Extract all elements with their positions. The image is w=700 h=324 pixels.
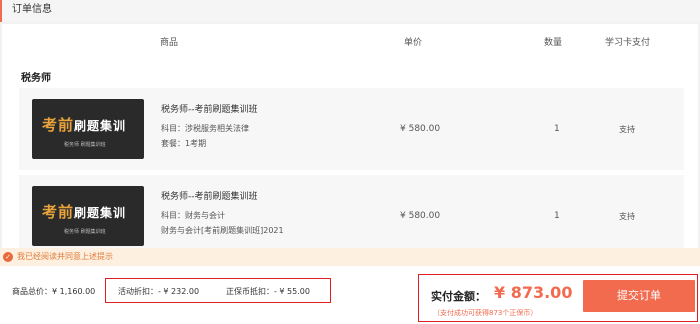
table-header: 商品 单价 数量 学习卡支付 (2, 24, 698, 56)
thumb-title-rest: 刷题集训 (74, 206, 127, 220)
order-footer: 商品总价：¥ 1,160.00 活动折扣：- ¥ 232.00 正保币抵扣：- … (0, 266, 700, 324)
course-thumbnail[interactable]: 考前刷题集训 税务师 刷题集训班 (32, 186, 144, 246)
card-support: 支持 (619, 212, 635, 221)
header-qty: 数量 (544, 38, 563, 48)
pay-note: （支付成功可获得873个正保币） (433, 309, 538, 317)
thumb-title: 考前 (42, 116, 75, 134)
product-qty: 1 (554, 211, 560, 221)
header-product: 商品 (160, 38, 179, 48)
header-card: 学习卡支付 (605, 38, 651, 48)
course-thumbnail[interactable]: 考前刷题集训 税务师 刷题集训班 (32, 99, 144, 159)
agreement-text: 我已经阅读并同意上述提示 (17, 252, 113, 261)
thumb-title: 考前 (42, 203, 75, 221)
header-price: 单价 (404, 38, 423, 48)
card-support: 支持 (619, 125, 635, 134)
thumb-subtitle: 税务师 刷题集训班 (64, 142, 106, 148)
table-row: 考前刷题集训 税务师 刷题集训班 税务师--考前刷题集训班 科目：涉税服务相关法… (19, 88, 684, 170)
pay-amount: ¥ 873.00 (494, 283, 573, 302)
product-price: ¥ 580.00 (400, 124, 441, 134)
submit-order-button[interactable]: 提交订单 (583, 280, 695, 312)
thumb-subtitle: 税务师 刷题集训班 (64, 229, 106, 235)
order-page: 订单信息 商品 单价 数量 学习卡支付 税务师 考前刷题集训 税务师 刷题集训班… (0, 0, 700, 324)
product-name[interactable]: 税务师--考前刷题集训班 (161, 189, 258, 202)
thumb-title-rest: 刷题集训 (74, 119, 127, 133)
discount-box: 活动折扣：- ¥ 232.00 正保币抵扣：- ¥ 55.00 (105, 278, 331, 303)
activity-discount: 活动折扣：- ¥ 232.00 (118, 287, 200, 296)
product-name[interactable]: 税务师--考前刷题集训班 (161, 102, 258, 115)
coin-discount: 正保币抵扣：- ¥ 55.00 (226, 287, 310, 296)
product-subject: 科目：涉税服务相关法律 (161, 124, 249, 133)
table-row: 考前刷题集训 税务师 刷题集训班 税务师--考前刷题集训班 科目：财务与会计 财… (19, 175, 684, 249)
product-subject: 科目：财务与会计 (161, 211, 225, 220)
product-package: 财务与会计[考前刷题集训班]2021 (161, 226, 284, 235)
total-price: 商品总价：¥ 1,160.00 (12, 287, 96, 296)
check-circle-icon[interactable]: ✓ (3, 252, 13, 262)
product-qty: 1 (554, 124, 560, 134)
order-panel: 商品 单价 数量 学习卡支付 税务师 考前刷题集训 税务师 刷题集训班 税务师-… (2, 24, 698, 249)
pay-label: 实付金额： (431, 290, 486, 303)
product-package: 套餐：1考期 (161, 139, 207, 148)
group-title: 税务师 (21, 73, 51, 84)
payment-box: 实付金额： ¥ 873.00 （支付成功可获得873个正保币） 提交订单 (418, 274, 698, 322)
agreement-notice[interactable]: ✓ 我已经阅读并同意上述提示 (0, 248, 700, 266)
product-price: ¥ 580.00 (400, 211, 441, 221)
section-title: 订单信息 (0, 0, 700, 22)
